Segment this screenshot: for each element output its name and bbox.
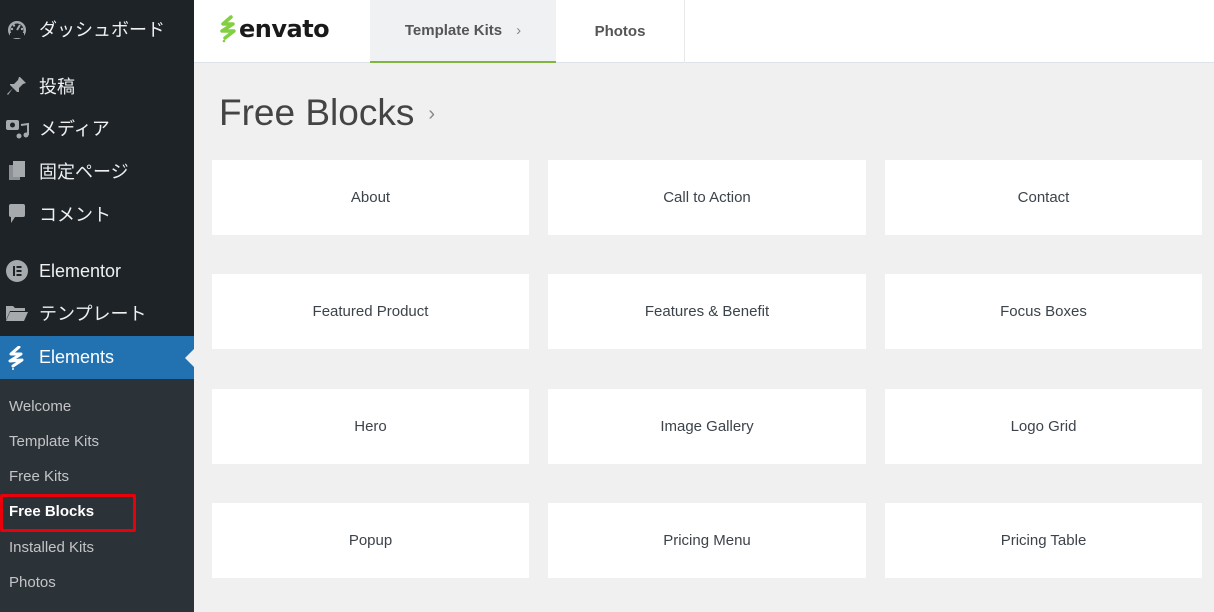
- sidebar-item-media[interactable]: メディア: [0, 108, 194, 148]
- block-card-popup[interactable]: Popup: [212, 503, 529, 578]
- sidebar-item-label: ダッシュボード: [39, 20, 165, 40]
- sidebar-item-elementor[interactable]: Elementor: [0, 251, 194, 291]
- block-card-features-benefit[interactable]: Features & Benefit: [548, 274, 866, 349]
- sidebar-item-label: メディア: [39, 119, 110, 139]
- tab-template-kits[interactable]: Template Kits ›: [370, 0, 556, 63]
- block-card-contact[interactable]: Contact: [885, 160, 1202, 235]
- sidebar-item-elements[interactable]: Elements: [0, 336, 194, 379]
- block-card-call-to-action[interactable]: Call to Action: [548, 160, 866, 235]
- envato-elements-icon: [0, 345, 34, 370]
- annotation-highlight-box: [0, 494, 136, 532]
- sidebar-item-label: Elements: [39, 347, 115, 367]
- media-icon: [0, 117, 34, 139]
- block-card-focus-boxes[interactable]: Focus Boxes: [885, 274, 1202, 349]
- sidebar-item-templates[interactable]: テンプレート: [0, 293, 194, 333]
- block-card-featured-product[interactable]: Featured Product: [212, 274, 529, 349]
- sidebar-item-label: コメント: [39, 205, 111, 225]
- block-card-logo-grid[interactable]: Logo Grid: [885, 389, 1202, 464]
- sidebar-item-comments[interactable]: コメント: [0, 194, 194, 234]
- folder-icon: [0, 302, 34, 324]
- block-card-image-gallery[interactable]: Image Gallery: [548, 389, 866, 464]
- submenu-item-photos[interactable]: Photos: [9, 574, 56, 591]
- pages-icon: [0, 160, 34, 182]
- admin-sidebar: ダッシュボード 投稿 メディア 固定ページ コメント Elementor テンプ…: [0, 0, 194, 612]
- sidebar-item-label: 固定ページ: [39, 162, 129, 182]
- sidebar-item-pages[interactable]: 固定ページ: [0, 151, 194, 191]
- elementor-icon: [0, 260, 34, 282]
- envato-logo[interactable]: envato: [218, 14, 330, 44]
- envato-logo-text: envato: [239, 15, 330, 43]
- comment-icon: [0, 203, 34, 225]
- block-card-hero[interactable]: Hero: [212, 389, 529, 464]
- sidebar-item-posts[interactable]: 投稿: [0, 66, 194, 106]
- tab-label: Template Kits: [404, 22, 503, 39]
- tab-label: Photos: [594, 23, 646, 40]
- chevron-right-icon: ›: [428, 102, 436, 125]
- page-title-text: Free Blocks: [219, 92, 415, 133]
- page-title: Free Blocks ›: [219, 92, 435, 134]
- block-card-pricing-menu[interactable]: Pricing Menu: [548, 503, 866, 578]
- submenu-item-installed-kits[interactable]: Installed Kits: [9, 539, 94, 556]
- sidebar-item-label: 投稿: [39, 77, 75, 97]
- envato-header: envato Template Kits › Photos: [194, 0, 1214, 63]
- sidebar-item-label: Elementor: [39, 260, 122, 281]
- chevron-right-icon: ›: [516, 22, 522, 39]
- sidebar-item-label: テンプレート: [39, 304, 147, 324]
- submenu-item-welcome[interactable]: Welcome: [9, 398, 71, 415]
- tab-photos[interactable]: Photos: [556, 0, 685, 63]
- block-card-pricing-table[interactable]: Pricing Table: [885, 503, 1202, 578]
- pin-icon: [0, 75, 34, 97]
- submenu-item-free-kits[interactable]: Free Kits: [9, 468, 69, 485]
- envato-leaf-icon: [220, 15, 236, 43]
- submenu-item-template-kits[interactable]: Template Kits: [9, 433, 99, 450]
- dashboard-icon: [0, 18, 34, 40]
- block-card-about[interactable]: About: [212, 160, 529, 235]
- sidebar-item-dashboard[interactable]: ダッシュボード: [0, 9, 194, 49]
